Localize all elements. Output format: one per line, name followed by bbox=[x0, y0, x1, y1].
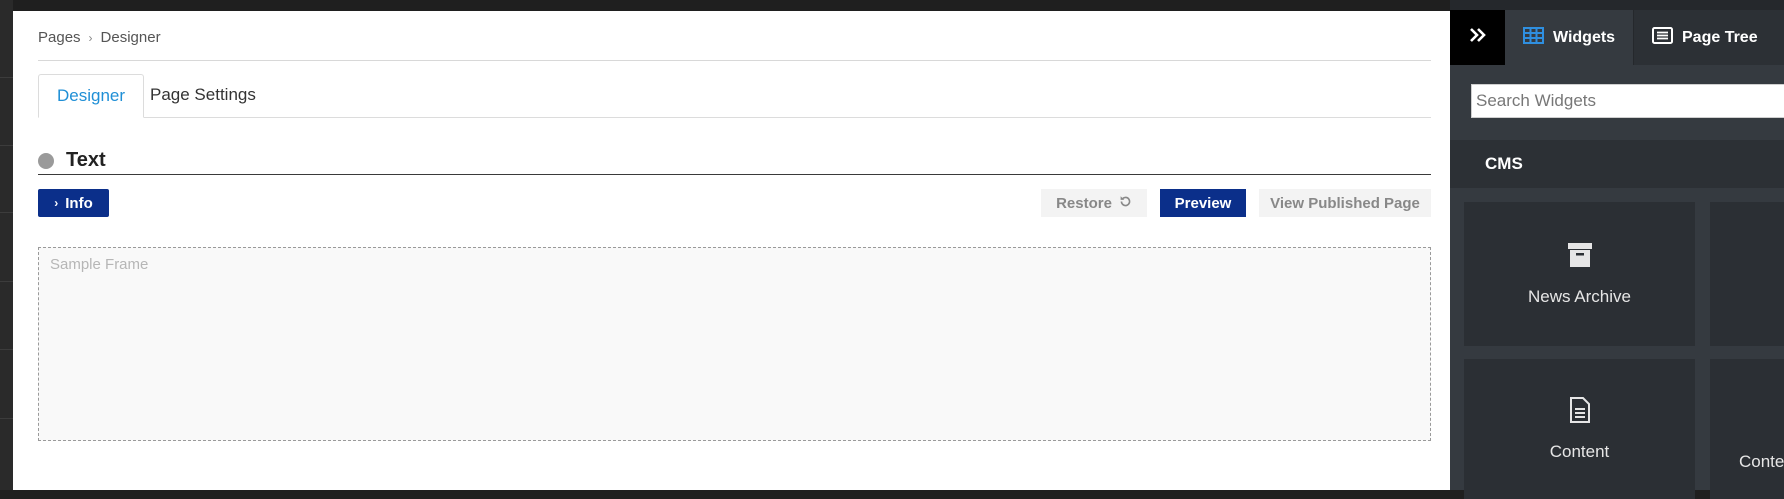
archive-box-icon bbox=[1567, 242, 1593, 273]
page-tree-icon bbox=[1652, 26, 1673, 49]
document-icon bbox=[1569, 396, 1591, 428]
widget-tile-news-archive[interactable]: News Archive bbox=[1464, 202, 1695, 346]
breadcrumb-item-pages[interactable]: Pages bbox=[38, 29, 81, 46]
tab-page-tree-label: Page Tree bbox=[1682, 28, 1758, 46]
widget-label: Conte bbox=[1739, 452, 1784, 471]
view-published-page-button[interactable]: View Published Page bbox=[1259, 189, 1431, 217]
gutter-divider bbox=[0, 212, 13, 213]
table-grid-icon bbox=[1523, 26, 1544, 49]
breadcrumb: Pages › Designer bbox=[38, 29, 161, 46]
widget-tile-content[interactable]: Content bbox=[1464, 359, 1695, 499]
search-widgets-input[interactable] bbox=[1471, 84, 1784, 118]
chevron-right-icon: › bbox=[54, 196, 59, 210]
widget-tile[interactable]: N bbox=[1710, 202, 1784, 346]
breadcrumb-item-designer: Designer bbox=[100, 29, 161, 46]
chevron-right-icon: › bbox=[88, 30, 93, 45]
gutter-divider bbox=[0, 349, 13, 350]
double-chevron-right-icon bbox=[1469, 27, 1487, 48]
info-button-label: Info bbox=[65, 194, 93, 212]
widget-tile[interactable]: Conte bbox=[1710, 359, 1784, 499]
tab-page-tree[interactable]: Page Tree bbox=[1634, 10, 1784, 65]
designer-main-panel: Pages › Designer Designer Page Settings … bbox=[13, 11, 1450, 490]
tab-widgets-label: Widgets bbox=[1553, 28, 1616, 46]
gutter-divider bbox=[0, 418, 13, 419]
section-header: Text bbox=[38, 149, 106, 172]
collapse-panel-button[interactable] bbox=[1450, 10, 1505, 65]
widget-label: News Archive bbox=[1528, 286, 1631, 306]
preview-button[interactable]: Preview bbox=[1160, 189, 1246, 217]
restore-button-label: Restore bbox=[1056, 194, 1112, 212]
tab-bar: Designer Page Settings bbox=[38, 74, 1431, 118]
breadcrumb-divider bbox=[38, 60, 1431, 61]
gutter-divider bbox=[0, 77, 13, 78]
tab-designer[interactable]: Designer bbox=[38, 74, 145, 118]
gutter-divider bbox=[0, 281, 13, 282]
section-title: Text bbox=[66, 149, 106, 171]
widget-label: Content bbox=[1549, 441, 1610, 461]
restore-button[interactable]: Restore bbox=[1041, 189, 1147, 217]
undo-icon bbox=[1119, 195, 1132, 212]
tab-widgets[interactable]: Widgets bbox=[1505, 10, 1633, 65]
section-divider bbox=[38, 174, 1431, 175]
frame-label: Sample Frame bbox=[50, 256, 149, 273]
sample-frame-dropzone[interactable]: Sample Frame bbox=[38, 247, 1431, 441]
info-button[interactable]: › Info bbox=[38, 189, 109, 217]
tab-page-settings[interactable]: Page Settings bbox=[132, 74, 274, 116]
gutter-divider bbox=[0, 145, 13, 146]
left-gutter bbox=[0, 0, 13, 490]
status-dot-icon bbox=[38, 152, 54, 169]
category-header-cms[interactable]: CMS bbox=[1450, 140, 1784, 188]
widgets-panel: Widgets Page Tree CMS News Archive N Con… bbox=[1450, 0, 1784, 499]
